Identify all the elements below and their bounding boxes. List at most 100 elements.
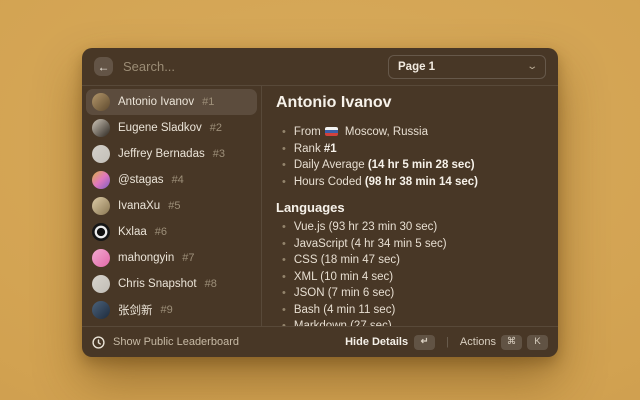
actions-label: Actions <box>460 336 496 348</box>
bullet-dot-icon: • <box>282 141 286 158</box>
bullet-value: (14 hr 5 min 28 sec) <box>368 159 475 171</box>
user-name: Eugene Sladkov <box>118 122 202 134</box>
actions-button[interactable]: Actions ⌘ K <box>460 335 548 350</box>
bullet-item: • Markdown (27 sec) <box>276 318 544 326</box>
language-entry: XML (10 min 4 sec) <box>294 269 393 286</box>
bullet-dot-icon: • <box>282 174 286 191</box>
page-dropdown[interactable]: Page 1 ⌄ <box>388 55 546 79</box>
user-name: mahongyin <box>118 252 174 264</box>
chevron-down-icon: ⌄ <box>526 62 538 72</box>
bullet-item: • JavaScript (4 hr 34 min 5 sec) <box>276 236 544 253</box>
bullet-dot-icon: • <box>282 302 286 319</box>
user-rank: #2 <box>210 122 222 134</box>
bullet-item: • Rank #1 <box>276 141 544 158</box>
language-entry: CSS (18 min 47 sec) <box>294 252 400 269</box>
k-key-icon: K <box>527 335 548 350</box>
leaderboard-window: ← Page 1 ⌄ Antonio Ivanov #1 Eugene Sladko… <box>82 48 558 357</box>
back-button[interactable]: ← <box>94 57 113 76</box>
top-bar: ← Page 1 ⌄ <box>82 48 558 86</box>
bullet-item: • Vue.js (93 hr 23 min 30 sec) <box>276 219 544 236</box>
user-rank: #7 <box>182 252 194 264</box>
enter-key-icon: ↵ <box>414 335 435 350</box>
bullet-item: • From Moscow, Russia <box>276 124 544 141</box>
user-name: Kxlaa <box>118 226 147 238</box>
user-rank: #5 <box>168 200 180 212</box>
bullet-dot-icon: • <box>282 285 286 302</box>
language-entry: JavaScript (4 hr 34 min 5 sec) <box>294 236 447 253</box>
languages-list: • Vue.js (93 hr 23 min 30 sec) • JavaScript… <box>276 219 544 326</box>
bullet-item: • XML (10 min 4 sec) <box>276 269 544 286</box>
bullet-value: #1 <box>324 143 337 155</box>
avatar <box>92 249 110 267</box>
list-item[interactable]: Antonio Ivanov #1 <box>86 89 257 115</box>
footer-bar: Show Public Leaderboard Hide Details ↵ |… <box>82 326 558 357</box>
bullet-dot-icon: • <box>282 236 286 253</box>
avatar <box>92 119 110 137</box>
bullet-dot-icon: • <box>282 252 286 269</box>
bullet-text: Rank #1 <box>294 141 337 158</box>
cmd-key-icon: ⌘ <box>501 335 522 350</box>
hide-details-label: Hide Details <box>345 336 408 348</box>
detail-title: Antonio Ivanov <box>276 94 544 112</box>
bullet-dot-icon: • <box>282 318 286 326</box>
list-item[interactable]: Kxlaa #6 <box>86 219 257 245</box>
bullet-item: • CSS (18 min 47 sec) <box>276 252 544 269</box>
list-item[interactable]: Jeffrey Bernadas #3 <box>86 141 257 167</box>
bullet-dot-icon: • <box>282 124 286 141</box>
footer-left: Show Public Leaderboard <box>92 336 337 349</box>
language-entry: JSON (7 min 6 sec) <box>294 285 394 302</box>
bullet-text: Daily Average (14 hr 5 min 28 sec) <box>294 157 475 174</box>
russia-flag-icon <box>325 127 338 136</box>
profile-bullet-list: • From Moscow, Russia • Rank #1 • Daily Avera… <box>276 124 544 190</box>
search-input[interactable] <box>123 59 378 74</box>
user-name: Jeffrey Bernadas <box>118 148 205 160</box>
user-rank: #1 <box>202 96 214 108</box>
user-name: IvanaXu <box>118 200 160 212</box>
bullet-item: • JSON (7 min 6 sec) <box>276 285 544 302</box>
footer-command-label: Show Public Leaderboard <box>113 336 239 348</box>
user-rank: #6 <box>155 226 167 238</box>
languages-heading: Languages <box>276 200 544 215</box>
language-entry: Markdown (27 sec) <box>294 318 392 326</box>
avatar <box>92 171 110 189</box>
bullet-value: (98 hr 38 min 14 sec) <box>365 176 478 188</box>
bullet-dot-icon: • <box>282 219 286 236</box>
bullet-item: • Daily Average (14 hr 5 min 28 sec) <box>276 157 544 174</box>
back-arrow-icon: ← <box>98 61 110 73</box>
list-item[interactable]: @stagas #4 <box>86 167 257 193</box>
bullet-item: • Bash (4 min 11 sec) <box>276 302 544 319</box>
hide-details-button[interactable]: Hide Details ↵ <box>345 335 435 350</box>
user-rank: #3 <box>213 148 225 160</box>
user-name: Chris Snapshot <box>118 278 197 290</box>
language-entry: Vue.js (93 hr 23 min 30 sec) <box>294 219 437 236</box>
bullet-dot-icon: • <box>282 269 286 286</box>
bullet-text: Hours Coded (98 hr 38 min 14 sec) <box>294 174 478 191</box>
wakatime-clock-icon <box>92 336 105 349</box>
list-item[interactable]: 张剑新 #9 <box>86 297 257 323</box>
avatar <box>92 197 110 215</box>
main-area: Antonio Ivanov #1 Eugene Sladkov #2 Jeffrey … <box>82 86 558 326</box>
user-rank: #4 <box>172 174 184 186</box>
bullet-text: From Moscow, Russia <box>294 124 428 141</box>
bullet-dot-icon: • <box>282 157 286 174</box>
avatar <box>92 223 110 241</box>
detail-panel: Antonio Ivanov • From Moscow, Russia • Rank… <box>262 86 558 326</box>
avatar <box>92 275 110 293</box>
page-dropdown-value: Page 1 <box>398 61 435 73</box>
avatar <box>92 93 110 111</box>
user-rank: #9 <box>161 304 173 316</box>
user-rank: #8 <box>205 278 217 290</box>
list-item[interactable]: IvanaXu #5 <box>86 193 257 219</box>
bullet-item: • Hours Coded (98 hr 38 min 14 sec) <box>276 174 544 191</box>
language-entry: Bash (4 min 11 sec) <box>294 302 395 319</box>
avatar <box>92 301 110 319</box>
avatar <box>92 145 110 163</box>
footer-divider: | <box>446 336 449 348</box>
list-item[interactable]: Chris Snapshot #8 <box>86 271 257 297</box>
user-name: Antonio Ivanov <box>118 96 194 108</box>
list-item[interactable]: Eugene Sladkov #2 <box>86 115 257 141</box>
user-name: @stagas <box>118 174 164 186</box>
user-name: 张剑新 <box>118 302 153 318</box>
user-list: Antonio Ivanov #1 Eugene Sladkov #2 Jeffrey … <box>82 86 262 326</box>
list-item[interactable]: mahongyin #7 <box>86 245 257 271</box>
